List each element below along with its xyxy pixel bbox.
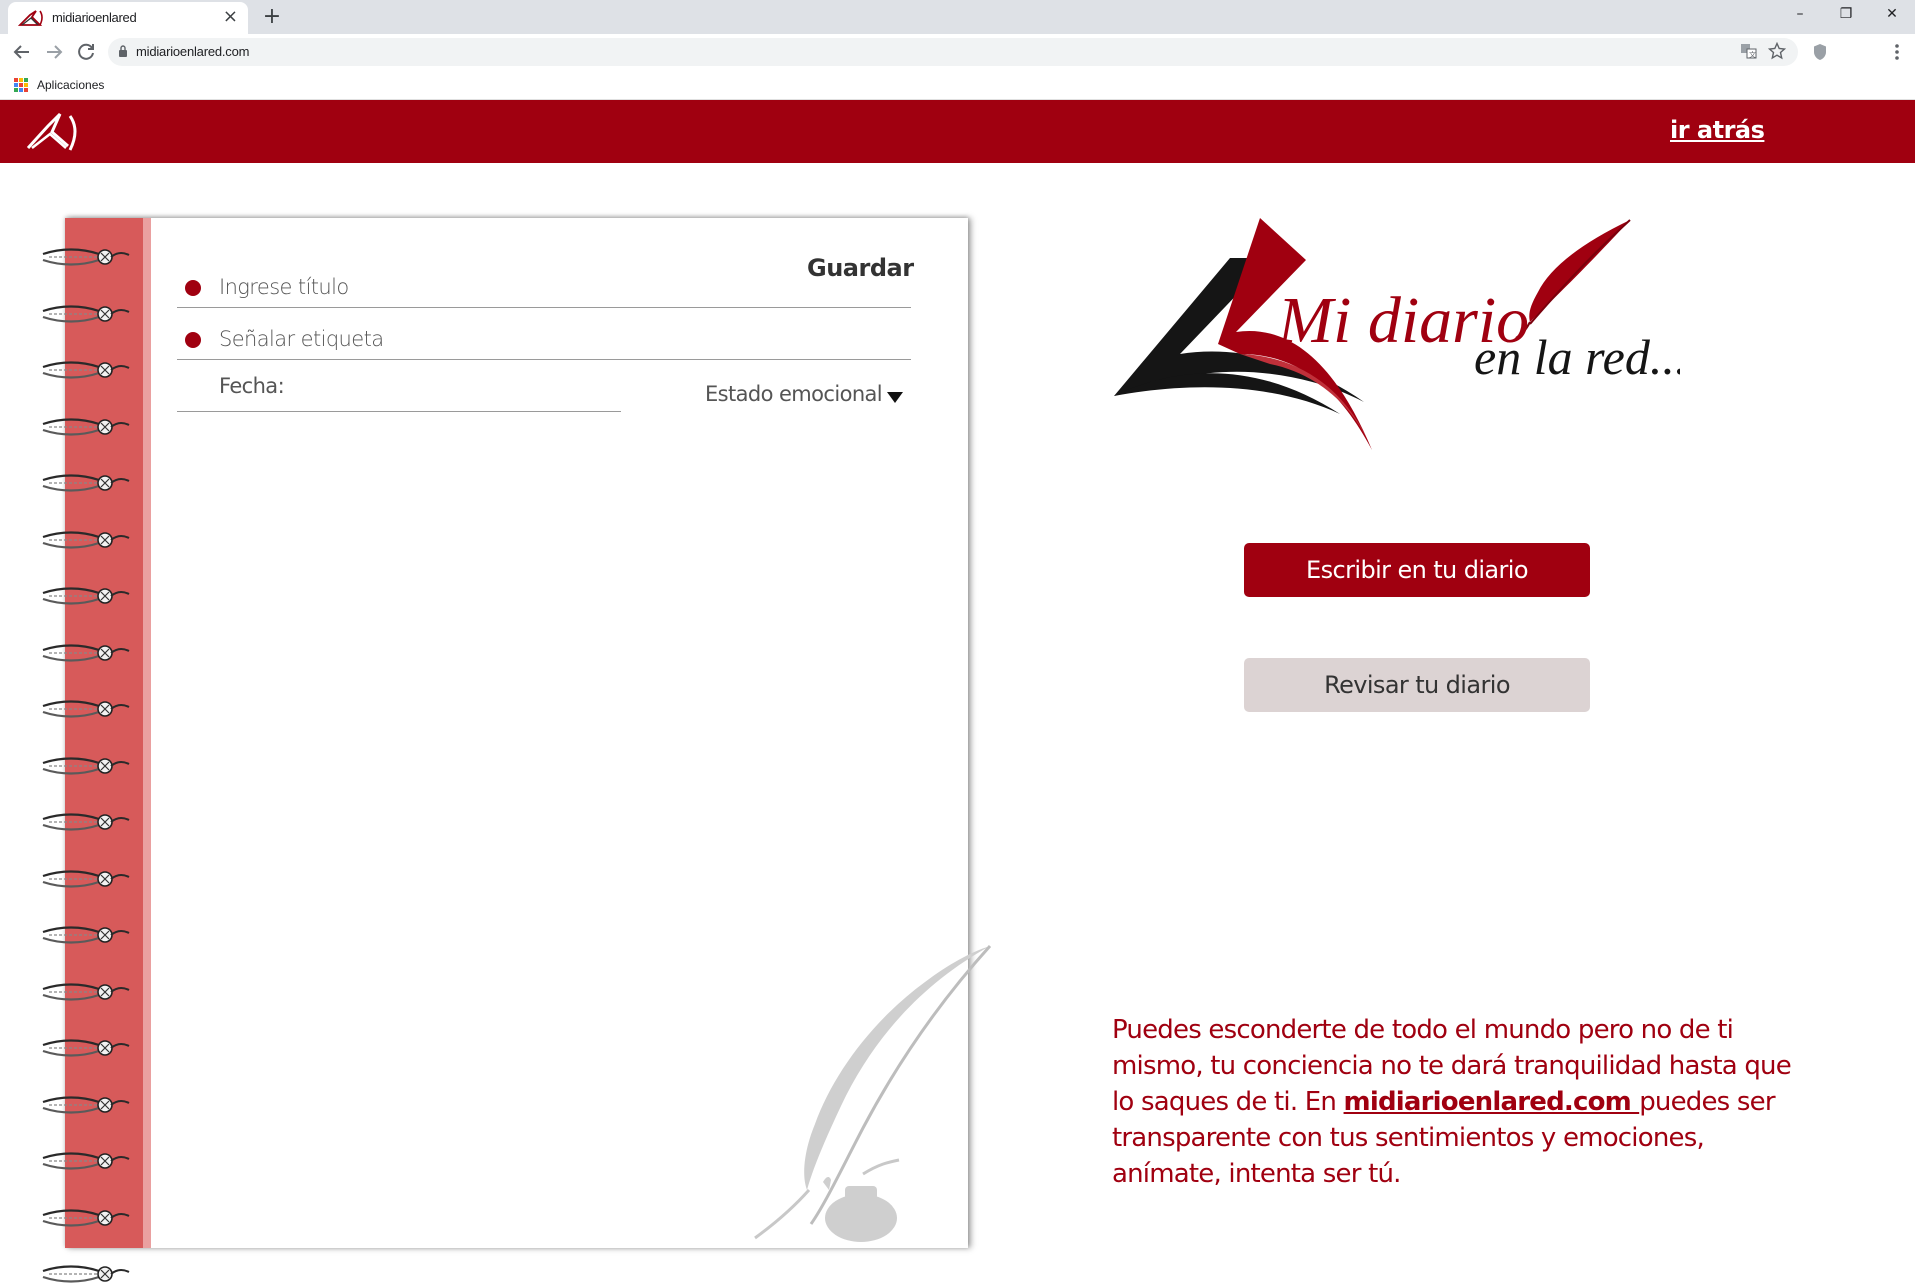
restore-button[interactable]: ❐	[1823, 0, 1869, 30]
spiral-ring-icon	[42, 361, 130, 379]
spiral-ring-icon	[42, 643, 130, 662]
site-favicon-icon	[18, 10, 43, 26]
minimize-button[interactable]: –	[1777, 0, 1823, 30]
write-diary-button[interactable]: Escribir en tu diario	[1244, 543, 1590, 597]
spiral-ring-icon	[42, 926, 130, 944]
back-arrow-icon[interactable]	[10, 40, 34, 64]
bookmark-star-icon[interactable]	[1768, 42, 1786, 60]
spiral-ring-icon	[42, 813, 130, 831]
notebook-binding-edge	[143, 218, 151, 1248]
browser-tab[interactable]: midiarioenlared ×	[8, 2, 248, 34]
tab-close-icon[interactable]: ×	[223, 7, 238, 27]
tag-field	[177, 320, 911, 360]
lock-icon	[119, 45, 127, 57]
quill-inkwell-icon	[754, 944, 992, 1242]
spiral-ring-icon	[42, 869, 130, 888]
browser-menu-icon[interactable]	[1887, 40, 1907, 64]
spiral-ring-icon	[42, 474, 130, 492]
logo-line2: en la red...	[1474, 329, 1680, 385]
new-tab-button[interactable]: +	[260, 3, 284, 31]
browser-toolbar: midiarioenlared.com 文	[0, 34, 1915, 70]
browser-tabstrip: midiarioenlared × + – ❐ ✕	[0, 0, 1915, 34]
tagline-text: Puedes esconderte de todo el mundo pero …	[1112, 1012, 1812, 1192]
site-header: ir atrás	[0, 100, 1915, 163]
spiral-ring-icon	[42, 587, 130, 605]
title-input[interactable]	[219, 272, 779, 302]
spiral-ring-icon	[42, 700, 130, 718]
forward-arrow-icon[interactable]	[42, 40, 66, 64]
mood-dropdown[interactable]: Estado emocional	[705, 382, 883, 406]
spiral-ring-icon	[42, 982, 130, 1001]
site-logo-icon[interactable]	[26, 110, 82, 156]
bookmarks-bar: Aplicaciones	[0, 70, 1915, 100]
reload-icon[interactable]	[74, 40, 98, 64]
caret-down-icon[interactable]	[887, 392, 903, 403]
spiral-ring-icon	[42, 304, 130, 323]
spiral-ring-icon	[42, 1152, 130, 1170]
spiral-ring-icon	[42, 1208, 130, 1227]
window-controls: – ❐ ✕	[1777, 0, 1915, 30]
site-link[interactable]: midiarioenlared.com	[1344, 1087, 1640, 1117]
date-label: Fecha:	[219, 374, 285, 398]
url-text: midiarioenlared.com	[136, 44, 250, 59]
translate-icon[interactable]: 文	[1740, 42, 1758, 60]
spiral-ring-icon	[42, 756, 130, 775]
diary-notebook: Guardar Fecha: Estado emocional	[42, 218, 992, 1283]
close-window-button[interactable]: ✕	[1869, 0, 1915, 30]
spiral-ring-icon	[42, 1039, 130, 1057]
address-bar[interactable]: midiarioenlared.com 文	[108, 38, 1798, 66]
extension-shield-icon[interactable]	[1812, 43, 1828, 61]
tag-input[interactable]	[219, 324, 779, 354]
spiral-ring-icon	[42, 1095, 130, 1114]
brand-logo: Mi diario en la red...	[1114, 218, 1680, 450]
title-field	[177, 266, 911, 308]
go-back-link[interactable]: ir atrás	[1670, 116, 1765, 144]
review-diary-button[interactable]: Revisar tu diario	[1244, 658, 1590, 712]
tag-bullet-icon	[185, 332, 201, 348]
date-field[interactable]: Fecha:	[177, 372, 621, 412]
spiral-ring-icon	[42, 248, 130, 266]
title-bullet-icon	[185, 280, 201, 296]
spiral-ring-icon	[42, 530, 130, 549]
apps-grid-icon[interactable]	[14, 78, 28, 92]
spiral-ring-icon	[42, 1265, 130, 1283]
spiral-ring-icon	[42, 417, 130, 436]
tab-title: midiarioenlared	[52, 10, 137, 25]
apps-bookmark-label[interactable]: Aplicaciones	[37, 78, 104, 92]
svg-text:文: 文	[1749, 50, 1756, 59]
